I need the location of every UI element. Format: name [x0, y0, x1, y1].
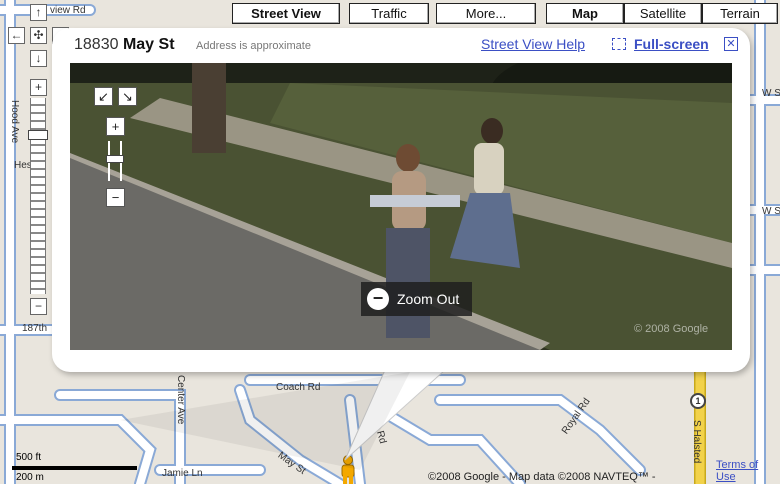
minus-icon[interactable]: − [30, 298, 47, 315]
arrow-down-icon[interactable]: ↓ [30, 50, 47, 67]
scale-bar: 500 ft 200 m [8, 452, 138, 483]
plus-icon[interactable]: + [30, 79, 47, 96]
sv-zoom-in-icon[interactable]: + [106, 117, 125, 136]
map-label-coach-rd: Coach Rd [276, 382, 321, 393]
address-approx-note: Address is approximate [196, 40, 311, 52]
map-label-s-halsted: S Halsted [691, 420, 702, 464]
street-view-help-link[interactable]: Street View Help [481, 36, 585, 52]
traffic-button[interactable]: Traffic [349, 3, 429, 24]
map-label-187th: 187th [22, 323, 48, 334]
zoom-slider-thumb[interactable] [28, 130, 48, 140]
zoom-out-label: Zoom Out [397, 291, 460, 307]
rotate-left-icon[interactable]: ↙ [94, 87, 113, 106]
address-street: May St [122, 36, 175, 53]
address-number: 18830 [74, 36, 119, 53]
map-type-satellite-button[interactable]: Satellite [624, 3, 702, 24]
map-label-hood-ave: Hood Ave [9, 100, 20, 144]
map-label-w-s-1: W S [762, 88, 780, 99]
zoom-slider[interactable] [30, 98, 46, 294]
pegman-icon[interactable] [338, 455, 358, 484]
zoom-out-tooltip[interactable]: − Zoom Out [361, 282, 472, 316]
map-label-center-ave: Center Ave [175, 375, 186, 425]
map-label-view-rd: view Rd [50, 5, 86, 16]
sv-zoom-thumb[interactable] [106, 155, 124, 163]
center-icon[interactable]: ✣ [30, 27, 47, 44]
arrow-left-icon[interactable]: ← [8, 27, 25, 44]
sv-zoom-slider[interactable] [106, 141, 124, 181]
route-shield: 1 [690, 393, 706, 409]
street-view-button[interactable]: Street View [232, 3, 340, 24]
map-label-jamie-ln: Jamie Ln [162, 468, 203, 479]
panorama-copyright: © 2008 Google [634, 323, 709, 335]
sv-zoom-out-icon[interactable]: − [106, 188, 125, 207]
map-label-w-s-2: W S [762, 206, 780, 217]
map-data-credit: ©2008 Google - Map data ©2008 NAVTEQ™ - [428, 471, 656, 483]
fullscreen-icon[interactable] [612, 38, 626, 50]
more-button[interactable]: More... [436, 3, 536, 24]
zoom-out-circle-icon: − [367, 288, 389, 310]
scale-ft: 500 ft [16, 452, 42, 463]
scale-m: 200 m [16, 472, 44, 483]
close-icon[interactable]: ✕ [724, 37, 738, 51]
terms-of-use-link[interactable]: Terms of Use [716, 459, 780, 483]
rotate-right-icon[interactable]: ↘ [118, 87, 137, 106]
arrow-up-icon[interactable]: ↑ [30, 4, 47, 21]
map-type-terrain-button[interactable]: Terrain [702, 3, 778, 24]
address-title: 18830 May St [74, 36, 175, 54]
fullscreen-link[interactable]: Full-screen [634, 36, 709, 52]
map-type-map-button[interactable]: Map [546, 3, 624, 24]
